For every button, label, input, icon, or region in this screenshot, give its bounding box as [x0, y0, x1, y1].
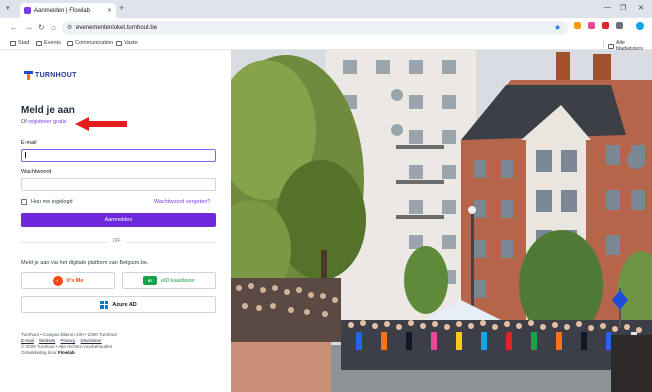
footer-email-link[interactable]: E-mail — [21, 338, 34, 343]
close-window-icon[interactable]: ✕ — [638, 4, 644, 12]
profile-avatar[interactable] — [636, 22, 644, 30]
annotation-arrow-icon — [75, 117, 127, 131]
forward-icon[interactable]: → — [25, 23, 33, 32]
extension-icon[interactable] — [588, 22, 595, 29]
hero-photo — [231, 50, 652, 392]
url-text: evenementenloket.turnhout.be — [76, 25, 158, 31]
azure-ad-button[interactable]: Azure AD — [21, 296, 216, 313]
browser-tab-strip: ▾ Aanmelden | Flowlab ✕ + — ❐ ✕ — [0, 0, 652, 18]
new-tab-icon[interactable]: + — [119, 3, 124, 13]
remember-me-checkbox[interactable] — [21, 199, 27, 205]
folder-icon — [36, 40, 42, 46]
text-cursor — [25, 152, 26, 158]
register-line: Of registreer gratis — [21, 119, 67, 125]
flowlab-favicon-icon — [24, 7, 31, 14]
platform-text: Meld je aan via het digitale platform va… — [21, 260, 149, 266]
folder-icon — [608, 43, 614, 49]
tab-search-icon[interactable]: ▾ — [6, 4, 10, 12]
folder-icon — [67, 40, 73, 46]
footer-links: E-mail Website Privacy Disclaimer — [21, 338, 106, 343]
minimize-icon[interactable]: — — [604, 4, 611, 11]
remember-me-label: Hou me ingelogd — [31, 199, 73, 205]
itsme-logo-icon: ✓ — [52, 275, 63, 286]
footer-disclaimer-link[interactable]: Disclaimer — [81, 338, 102, 343]
forgot-password-link[interactable]: Wachtwoord vergeten? — [154, 199, 210, 205]
itsme-button[interactable]: ✓ it's Me — [21, 272, 115, 289]
footer-copyright: © 2025 Turnhout • Alle rechten voorbehou… — [21, 344, 113, 349]
bookmark-folder-stad[interactable]: Stad — [10, 40, 29, 46]
extensions-menu-icon[interactable] — [616, 22, 623, 29]
reload-icon[interactable]: ↻ — [38, 23, 45, 32]
login-panel: TURNHOUT Meld je aan Of registreer grati… — [0, 50, 231, 392]
register-link[interactable]: registreer gratis — [28, 119, 66, 125]
site-info-icon[interactable]: ⚙ — [67, 24, 72, 31]
login-button[interactable]: Aanmelden — [21, 213, 216, 227]
bookmarks-bar: Stad Events Communication Vaste Alle bla… — [0, 38, 652, 52]
email-input[interactable] — [21, 149, 216, 162]
folder-icon — [116, 40, 122, 46]
tab-close-icon[interactable]: ✕ — [107, 7, 112, 14]
password-input[interactable] — [21, 178, 216, 191]
bookmark-folder-vaste[interactable]: Vaste — [116, 40, 138, 46]
maximize-icon[interactable]: ❐ — [620, 4, 626, 12]
email-label: E-mail — [21, 140, 37, 146]
extension-icon[interactable] — [602, 22, 609, 29]
turnhout-logo-icon — [24, 71, 33, 80]
address-bar[interactable]: ⚙ evenementenloket.turnhout.be — [62, 21, 568, 35]
bookmark-star-icon[interactable]: ★ — [554, 23, 561, 32]
turnhout-logo[interactable]: TURNHOUT — [24, 71, 77, 80]
eid-card-icon: ID — [142, 276, 157, 285]
password-label: Wachtwoord — [21, 169, 52, 175]
folder-icon — [10, 40, 16, 46]
bookmark-folder-communication[interactable]: Communication — [67, 40, 113, 46]
eid-button[interactable]: ID eID kaartlezer — [122, 272, 216, 289]
footer-website-link[interactable]: Website — [39, 338, 55, 343]
browser-tab[interactable]: Aanmelden | Flowlab ✕ — [20, 3, 116, 18]
extension-icon[interactable] — [574, 22, 581, 29]
page-title: Meld je aan — [21, 105, 75, 116]
footer-address: Turnhout • Campus Blairon 200 • 2300 Tur… — [21, 332, 117, 337]
back-icon[interactable]: ← — [10, 23, 18, 32]
footer-privacy-link[interactable]: Privacy — [60, 338, 75, 343]
browser-toolbar: ← → ↻ ⌂ ⚙ evenementenloket.turnhout.be ★ — [0, 18, 652, 38]
footer-developer: Ontwikkeling door Flowlab — [21, 350, 75, 355]
race-street-illustration — [231, 50, 652, 392]
home-icon[interactable]: ⌂ — [51, 23, 56, 32]
tab-title: Aanmelden | Flowlab — [34, 7, 90, 14]
or-separator: OF — [108, 238, 126, 244]
flowlab-link[interactable]: Flowlab — [58, 350, 75, 355]
microsoft-logo-icon — [100, 300, 109, 309]
bookmark-folder-events[interactable]: Events — [36, 40, 61, 46]
